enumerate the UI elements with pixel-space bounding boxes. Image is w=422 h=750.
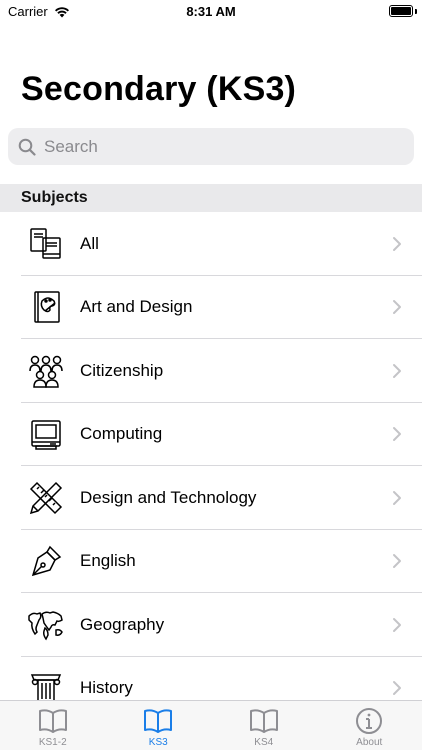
computer-icon bbox=[27, 415, 65, 453]
search-bar[interactable] bbox=[8, 128, 414, 165]
chevron-right-icon bbox=[393, 300, 401, 315]
pen-nib-icon bbox=[27, 542, 65, 580]
subject-list: All Art and Design Citizenship Computing… bbox=[0, 212, 422, 720]
subject-label: Design and Technology bbox=[80, 487, 257, 507]
tab-bar: KS1-2 KS3 KS4 About bbox=[0, 700, 422, 750]
subject-item-all[interactable]: All bbox=[0, 212, 422, 276]
battery-icon bbox=[389, 5, 413, 17]
subject-label: English bbox=[80, 551, 136, 571]
search-icon bbox=[18, 137, 38, 157]
page-title: Secondary (KS3) bbox=[21, 70, 297, 108]
subject-item-english[interactable]: English bbox=[0, 530, 422, 593]
battery-tip bbox=[415, 9, 417, 14]
tab-label: KS3 bbox=[148, 737, 168, 748]
tab-ks1-2[interactable]: KS1-2 bbox=[0, 701, 106, 750]
chevron-right-icon bbox=[393, 363, 401, 378]
search-input[interactable] bbox=[44, 136, 384, 157]
tab-about[interactable]: About bbox=[317, 701, 422, 750]
info-icon bbox=[353, 706, 385, 736]
subject-item-computing[interactable]: Computing bbox=[0, 403, 422, 466]
subject-label: All bbox=[80, 233, 99, 253]
books-icon bbox=[27, 225, 65, 263]
subject-item-design-and-technology[interactable]: Design and Technology bbox=[0, 466, 422, 530]
tab-label: KS1-2 bbox=[38, 737, 67, 748]
book-icon bbox=[37, 706, 69, 736]
world-map-icon bbox=[27, 606, 65, 644]
section-header-subjects: Subjects bbox=[0, 184, 422, 212]
subject-label: Geography bbox=[80, 614, 165, 634]
chevron-right-icon bbox=[393, 681, 401, 696]
subject-item-art-and-design[interactable]: Art and Design bbox=[0, 276, 422, 339]
chevron-right-icon bbox=[393, 236, 401, 251]
subject-label: History bbox=[80, 678, 133, 698]
clock: 8:31 AM bbox=[186, 4, 236, 19]
subject-label: Citizenship bbox=[80, 360, 164, 380]
chevron-right-icon bbox=[393, 554, 401, 569]
subject-item-geography[interactable]: Geography bbox=[0, 593, 422, 657]
chevron-right-icon bbox=[393, 427, 401, 442]
subject-item-citizenship[interactable]: Citizenship bbox=[0, 339, 422, 403]
tab-label: KS4 bbox=[254, 737, 274, 748]
tab-ks4[interactable]: KS4 bbox=[211, 701, 317, 750]
palette-book-icon bbox=[27, 288, 65, 326]
subject-label: Art and Design bbox=[80, 297, 193, 317]
ruler-pencil-icon bbox=[27, 479, 65, 517]
tab-ks3[interactable]: KS3 bbox=[106, 701, 212, 750]
status-bar: Carrier 8:31 AM bbox=[0, 0, 422, 24]
people-group-icon bbox=[27, 352, 65, 390]
book-icon bbox=[142, 706, 174, 736]
tab-label: About bbox=[356, 737, 383, 748]
chevron-right-icon bbox=[393, 617, 401, 632]
subject-label: Computing bbox=[80, 424, 163, 444]
book-icon bbox=[248, 706, 280, 736]
chevron-right-icon bbox=[393, 490, 401, 505]
